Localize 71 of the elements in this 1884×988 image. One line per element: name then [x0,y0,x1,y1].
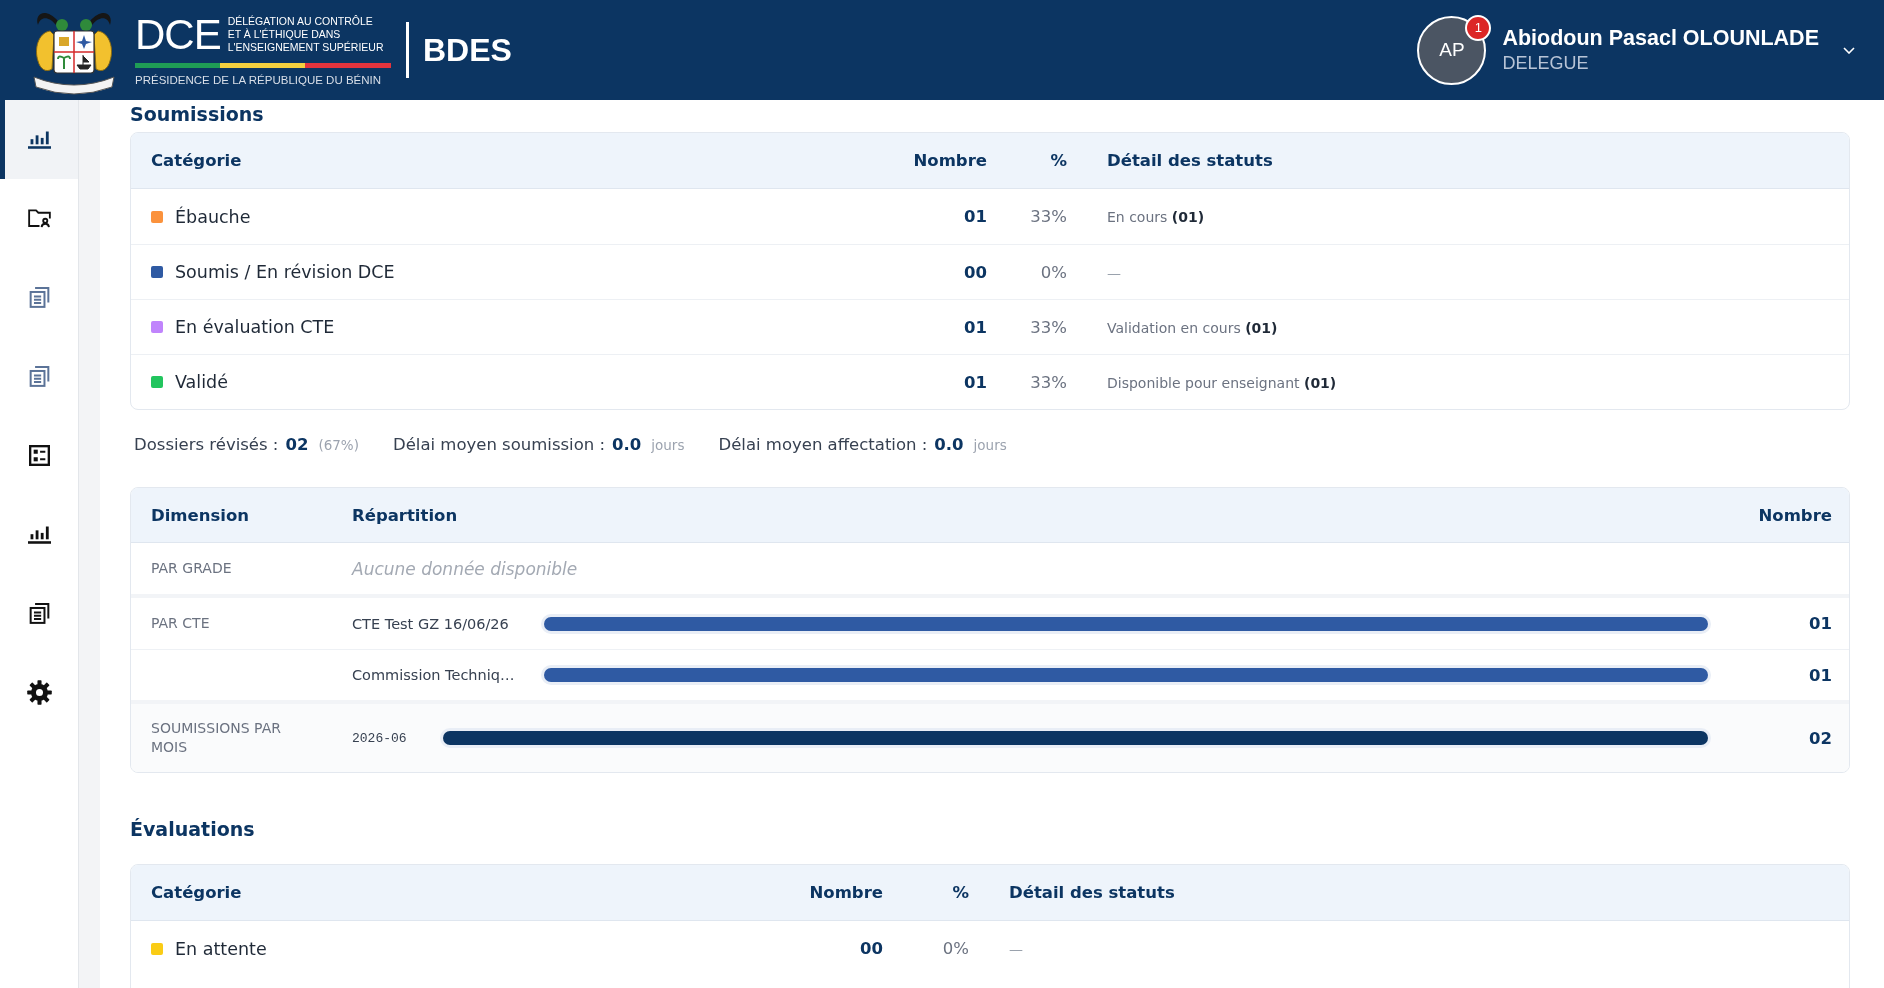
dimension-label: PAR CTE [151,614,211,633]
logo-acronym: DCE [135,14,221,55]
status-detail: Validation en cours (01) [1107,319,1278,336]
category-label: En attente [175,938,267,959]
percent-value: 0% [1040,262,1067,282]
settings-icon [26,680,52,705]
notification-badge: 1 [1465,14,1492,41]
column-header: Catégorie [150,883,243,902]
count-value: 01 [964,372,987,392]
stat-note: jours [973,436,1007,453]
column-header: Nombre [1757,505,1833,525]
app-name: BDES [423,31,512,69]
stat-value: 02 [285,434,309,454]
stat-note: (67%) [318,436,359,453]
column-header: Nombre [912,151,988,170]
bar-chart-icon [27,129,51,150]
stat-label: Dossiers révisés : [134,434,279,454]
status-detail: En cours (01) [1107,209,1205,225]
column-header: Nombre [808,883,884,902]
column-header: Répartition [352,505,459,525]
stat-label: Délai moyen affectation : [718,434,928,454]
category-label: En évaluation CTE [175,317,335,337]
section-title: Soumissions [130,102,264,126]
percent-value: 33% [1030,317,1067,337]
stat-label: Délai moyen soumission : [392,434,606,454]
folder-person-icon [27,208,51,229]
dimension-label: SOUMISSIONS PAR MOIS [151,719,282,757]
user-role: DELEGUE [1502,52,1590,75]
status-detail: Disponible pour enseignant (01) [1107,374,1337,391]
status-detail: — [1107,264,1121,281]
category-label: Validé [175,372,228,392]
chevron-down-icon[interactable] [1843,46,1855,54]
category-label: Ébauche [175,206,251,227]
column-header: Détail des statuts [1008,883,1176,902]
count-value: 01 [1809,614,1832,633]
documents-icon [27,366,51,387]
logo-name-line: DÉLÉGATION AU CONTRÔLE [227,15,374,28]
status-detail: — [1009,941,1023,957]
stat-note: jours [651,436,685,453]
column-header: Catégorie [150,151,243,170]
count-value: 01 [1809,665,1832,685]
stat-value: 0.0 [934,434,964,454]
percent-value: 0% [942,939,969,958]
dimension-label: PAR GRADE [150,559,233,578]
user-name: Abiodoun Pasacl OLOUNLADE [1502,25,1819,51]
bar-label: 2026-06 [352,730,408,746]
column-header: % [1049,151,1068,170]
count-value: 00 [860,939,883,958]
bar-label: CTE Test GZ 16/06/26 [352,615,510,632]
category-label: Soumis / En révision DCE [175,262,395,282]
percent-value: 33% [1030,372,1067,392]
empty-message: Aucune donnée disponible [352,558,579,579]
list-icon [27,445,51,466]
percent-value: 33% [1030,207,1067,226]
stat-value: 0.0 [612,434,642,454]
documents-icon [27,287,51,308]
column-header: Détail des statuts [1106,151,1274,170]
count-value: 02 [1809,728,1832,748]
section-title: Évaluations [130,817,255,842]
logo-name-line: ET À L'ÉTHIQUE DANS [227,28,342,41]
column-header: % [951,883,970,902]
bar-label: Commission Techniq… [352,667,516,683]
count-value: 00 [964,262,987,282]
column-header: Dimension [150,505,251,525]
logo-subtitle: PRÉSIDENCE DE LA RÉPUBLIQUE DU BÉNIN [135,73,383,86]
logo-name-line: L'ENSEIGNEMENT SUPÉRIEUR [227,41,384,54]
bar-chart-icon [27,524,51,545]
sidebar-button[interactable] [0,100,78,179]
count-value: 01 [964,317,987,337]
documents-icon [27,603,51,624]
count-value: 01 [964,207,987,226]
